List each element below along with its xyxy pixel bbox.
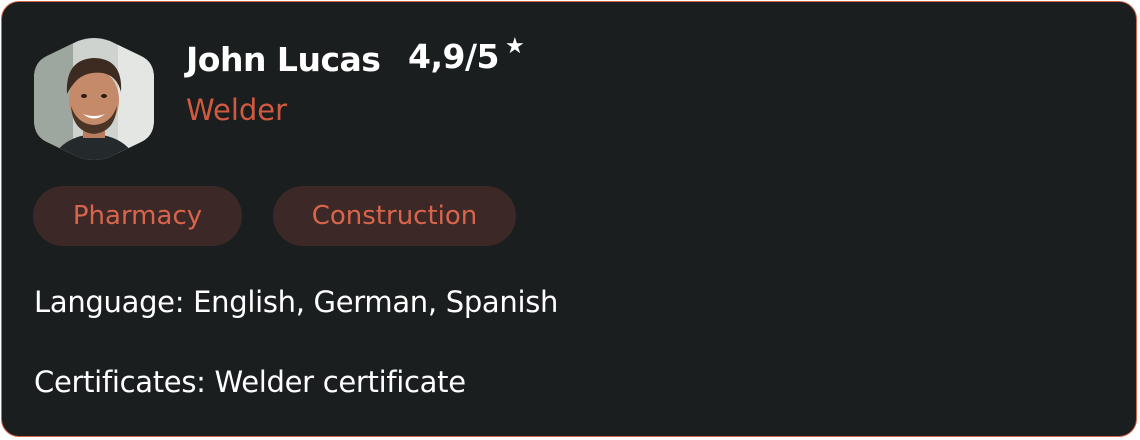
avatar: [33, 38, 155, 160]
profile-role: Welder: [186, 93, 288, 127]
language-info: Language: English, German, Spanish: [34, 285, 559, 319]
profile-card: John Lucas 4,9/5 ★ Welder Pharmacy Const…: [1, 1, 1137, 437]
tag-construction[interactable]: Construction: [273, 186, 516, 246]
profile-name: John Lucas: [186, 40, 381, 79]
avatar-photo: [34, 38, 154, 160]
certificates-info: Certificates: Welder certificate: [34, 365, 466, 399]
tag-pharmacy[interactable]: Pharmacy: [33, 186, 242, 246]
star-icon: ★: [505, 34, 525, 59]
rating-value: 4,9/5: [408, 37, 499, 76]
